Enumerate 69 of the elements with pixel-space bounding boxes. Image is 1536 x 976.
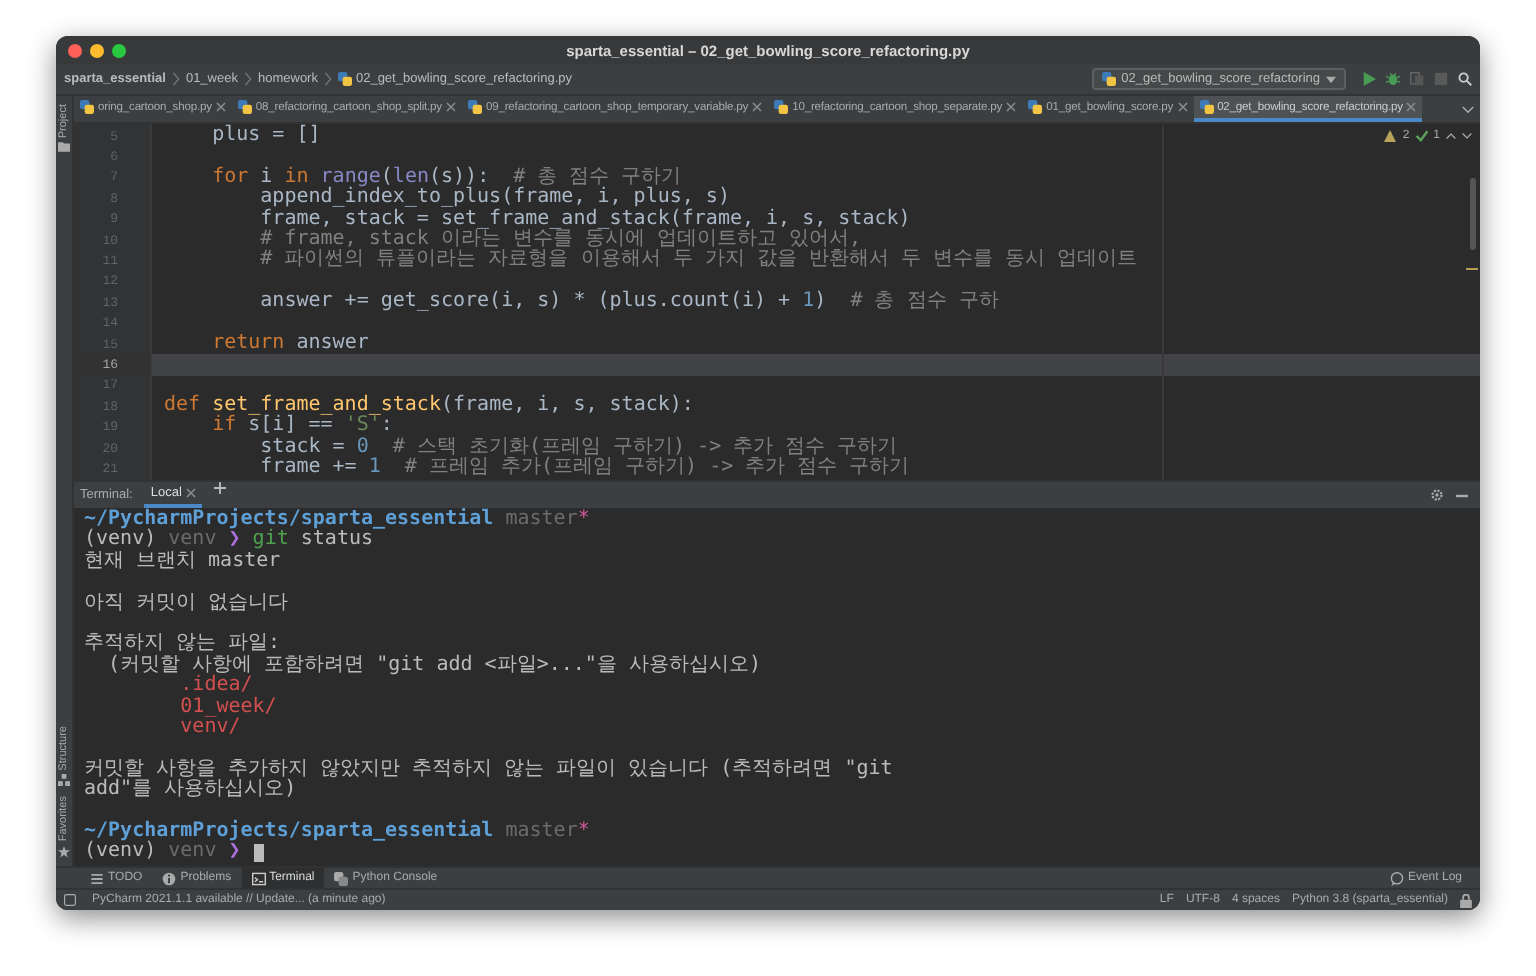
python-file-icon — [337, 72, 352, 86]
list-icon — [90, 871, 104, 885]
chevron-icon — [171, 72, 180, 86]
terminal-line: 아직 커밋이 없습니다 — [84, 593, 289, 614]
terminal-line: (venv) venv ❯ git status — [84, 530, 374, 551]
code-line: append_index_to_plus(frame, i, plus, s) — [258, 188, 730, 209]
terminal-line: .idea/ — [178, 676, 253, 697]
lock-icon[interactable] — [1460, 893, 1472, 907]
terminal-icon — [251, 871, 266, 885]
close-icon[interactable] — [1177, 102, 1188, 112]
speech-bubble-icon — [1389, 871, 1404, 885]
python-file-icon — [1199, 100, 1214, 114]
terminal-line: 커밋할 사항을 추가하지 않았지만 추적하지 않는 파일이 있습니다 (추적하려면 "git — [84, 759, 893, 780]
code-line: frame, stack = set_frame_and_stack(frame, i, s, stack) — [258, 209, 911, 230]
terminal-line: ~/PycharmProjects/sparta_essential master* — [84, 510, 590, 530]
star-icon — [58, 846, 70, 858]
minimize-window-button[interactable] — [90, 43, 104, 57]
run-icon[interactable] — [1362, 72, 1376, 86]
chevron-icon — [323, 72, 332, 86]
square-icon[interactable] — [64, 894, 76, 906]
terminal-line: 현재 브랜치 master — [84, 551, 281, 573]
close-icon[interactable] — [752, 102, 763, 112]
terminal-line: venv/ — [178, 717, 241, 739]
terminal-line: 추적하지 않는 파일: — [84, 634, 281, 655]
warning-icon — [1384, 130, 1397, 142]
settings-icon[interactable] — [1430, 488, 1444, 502]
code-line: answer += get_score(i, s) * (plus.count(i) + 1) # 총 점수 구하 — [258, 292, 999, 314]
maximize-window-button[interactable] — [112, 43, 126, 57]
code-line: def set_frame_and_stack(frame, i, s, stack): — [162, 396, 694, 417]
code-line: plus = [] — [210, 126, 321, 147]
close-icon[interactable] — [185, 488, 196, 498]
close-icon[interactable] — [1406, 102, 1417, 112]
search-icon[interactable] — [1458, 72, 1472, 86]
terminal-line: (커밋할 사항에 포함하려면 "git add <파일>..."을 사용하십시오) — [106, 655, 761, 676]
code-line: return answer — [210, 333, 369, 355]
chevron-down-icon[interactable] — [1462, 132, 1472, 140]
python-file-icon — [467, 100, 482, 114]
close-icon[interactable] — [215, 102, 226, 112]
scrollbar-thumb[interactable] — [1470, 178, 1476, 250]
plus-icon[interactable] — [213, 482, 226, 494]
terminal-line: ~/PycharmProjects/sparta_essential master* — [84, 821, 590, 842]
close-icon[interactable] — [445, 102, 456, 112]
chevron-down-icon[interactable] — [1462, 105, 1474, 113]
structure-icon — [58, 774, 70, 787]
coverage-icon[interactable] — [1410, 72, 1424, 86]
python-console-icon — [334, 871, 349, 885]
code-line: if s[i] == 'S': — [210, 416, 393, 437]
chevron-icon — [243, 72, 252, 86]
caret-icon — [1326, 75, 1336, 83]
terminal-line: add"를 사용하십시오) — [84, 780, 297, 801]
terminal-line: (venv) venv ❯ — [84, 842, 241, 864]
minimize-icon[interactable] — [1456, 493, 1468, 497]
python-file-icon — [80, 100, 94, 114]
python-file-icon — [237, 100, 252, 114]
terminal-line: 01_week/ — [178, 697, 277, 718]
python-file-icon — [1101, 72, 1116, 86]
close-icon[interactable] — [1006, 102, 1017, 112]
bug-icon[interactable] — [1386, 72, 1400, 86]
close-window-button[interactable] — [68, 43, 82, 57]
chevron-up-icon[interactable] — [1446, 132, 1456, 140]
code-line: stack = 0 # 스택 초기화(프레임 구하기) -> 추가 점수 구하기 — [258, 437, 898, 458]
code-line: # frame, stack 이라는 변수를 동시에 업데이트하고 있어서, — [258, 229, 862, 250]
python-file-icon — [1028, 100, 1043, 114]
folder-icon — [58, 142, 70, 153]
python-file-icon — [774, 100, 789, 114]
check-icon — [1415, 130, 1428, 142]
code-line: # 파이썬의 튜플이라는 자료형을 이용해서 두 가지 값을 반환해서 두 변수를 동시 업데이트 — [258, 250, 1137, 272]
code-line: for i in range(len(s)): # 총 점수 구하기 — [210, 167, 682, 188]
code-line: frame += 1 # 프레임 추가(프레임 구하기) -> 추가 점수 구하기 — [258, 458, 910, 480]
